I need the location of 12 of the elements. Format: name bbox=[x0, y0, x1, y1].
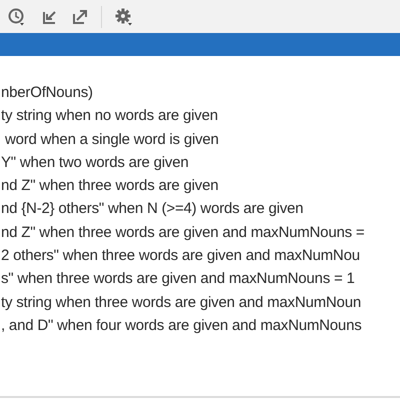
output-line: 2 others" when three words are given and maxNumNou bbox=[0, 246, 360, 266]
arrow-up-right-icon[interactable] bbox=[71, 8, 89, 26]
output-line: nd Z" when three words are given bbox=[0, 176, 218, 196]
output-line: , and D" when four words are given and maxNumNouns bbox=[0, 316, 362, 336]
output-line: s" when three words are given and maxNumNouns = 1 bbox=[0, 269, 355, 290]
output-line: ty string when three words are given and maxNumNoun bbox=[0, 292, 361, 313]
output-line: word when a single word is given bbox=[4, 130, 219, 150]
output-line: ty string when no words are given bbox=[0, 106, 218, 126]
output-line: Y" when two words are given bbox=[0, 152, 189, 173]
output-line: nd {N-2} others" when N (>=4) words are given bbox=[0, 199, 304, 220]
output-line: nd Z" when three words are given and maxNumNouns = bbox=[0, 222, 364, 243]
output-line: nberOfNouns) bbox=[0, 83, 93, 103]
